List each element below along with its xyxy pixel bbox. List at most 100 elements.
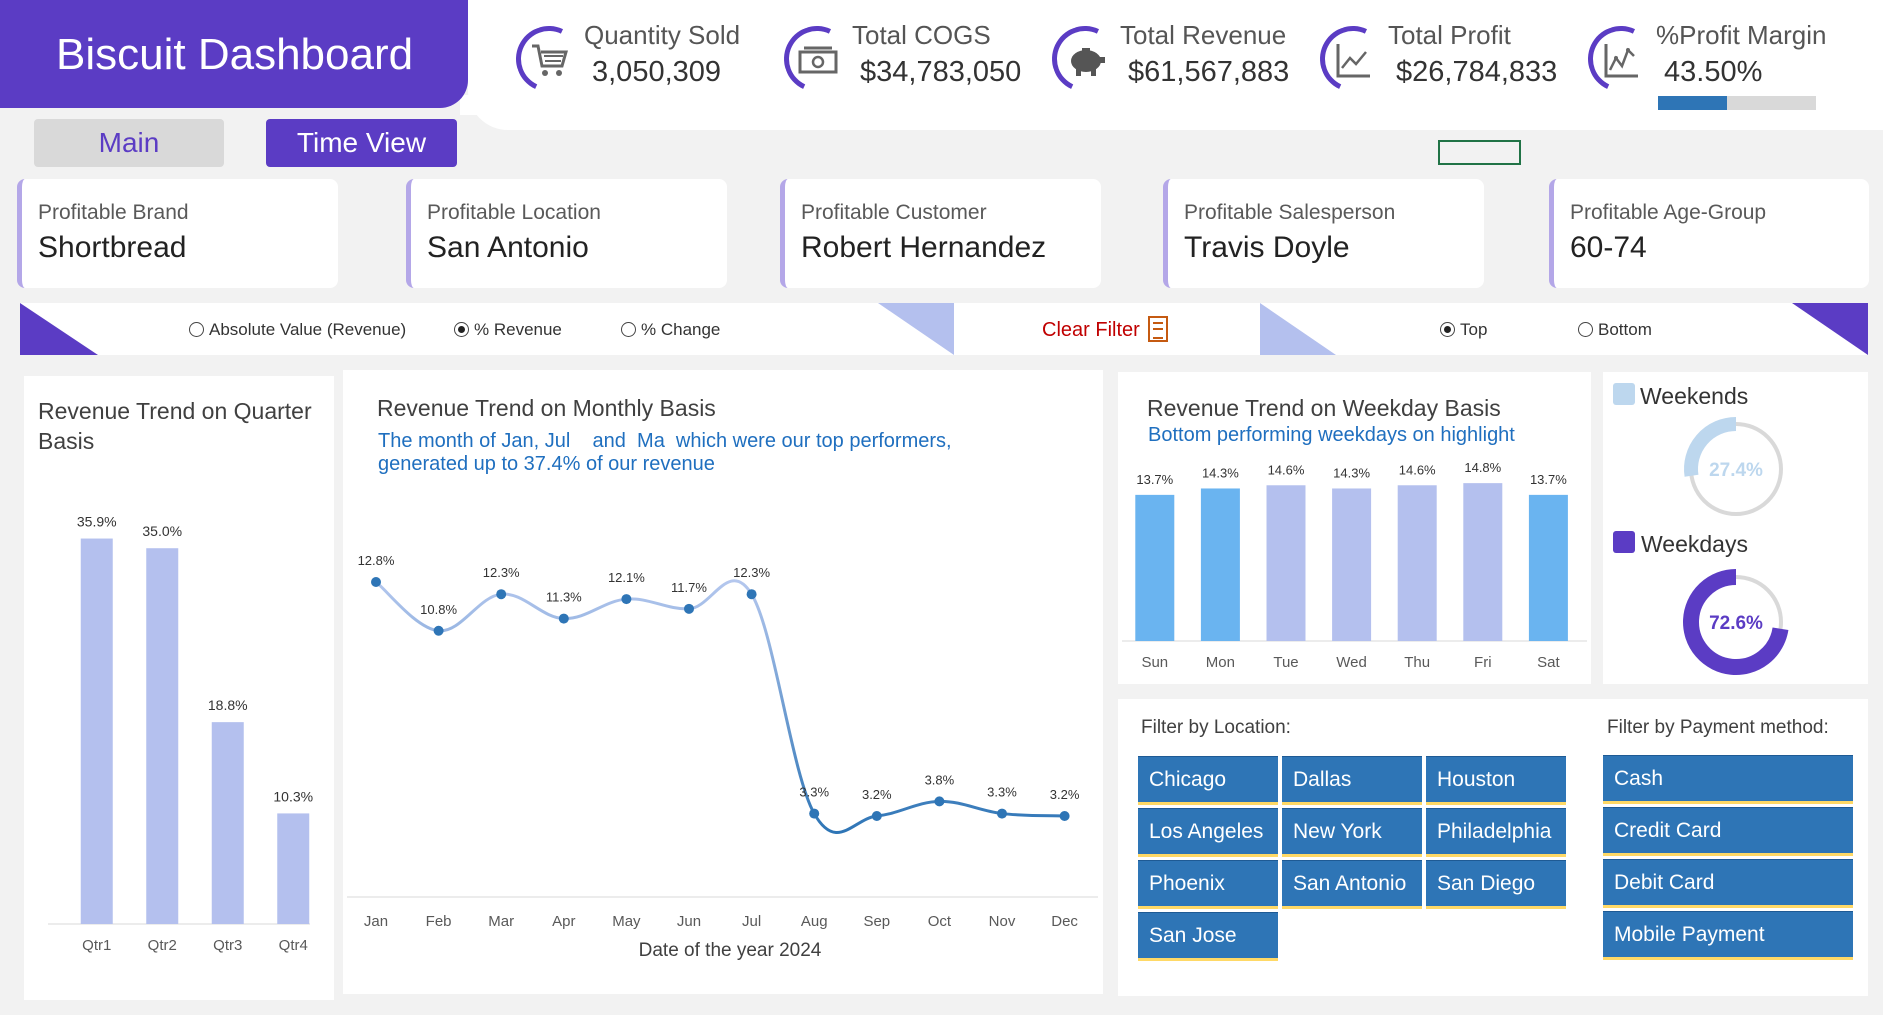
- payment-credit-card-button[interactable]: Credit Card: [1603, 807, 1853, 856]
- bar-data-label: 35.0%: [142, 523, 182, 539]
- kpi-label: Total Profit: [1388, 20, 1511, 50]
- location-los-angeles-button[interactable]: Los Angeles: [1138, 808, 1278, 857]
- profitable-location-card: Profitable Location San Antonio: [406, 179, 727, 288]
- radio-absolute-value[interactable]: Absolute Value (Revenue): [189, 320, 406, 340]
- clear-filter-button[interactable]: Clear Filter: [1042, 316, 1168, 342]
- point-data-label: 3.2%: [862, 787, 892, 802]
- time-view-button[interactable]: Time View: [266, 119, 457, 167]
- location-san-antonio-button[interactable]: San Antonio: [1282, 860, 1422, 909]
- line-point: [1059, 811, 1070, 821]
- x-tick-label: Aug: [801, 913, 828, 930]
- profit-margin-bar: [1658, 96, 1816, 110]
- location-chicago-button[interactable]: Chicago: [1138, 756, 1278, 805]
- card-value: Shortbread: [38, 231, 187, 264]
- x-tick-label: Jun: [677, 913, 701, 930]
- rank-bar: [1260, 303, 1868, 355]
- donut-value-label: 27.4%: [1709, 460, 1763, 481]
- location-philadelphia-button[interactable]: Philadelphia: [1426, 808, 1566, 857]
- location-dallas-button[interactable]: Dallas: [1282, 756, 1422, 805]
- card-label: Profitable Age-Group: [1570, 201, 1767, 224]
- card-value: Travis Doyle: [1184, 231, 1350, 264]
- profitable-customer-card: Profitable Customer Robert Hernandez: [780, 179, 1101, 288]
- radio-dot[interactable]: [621, 322, 636, 337]
- x-axis-title: Date of the year 2024: [639, 940, 822, 961]
- kpi-value: $61,567,883: [1128, 56, 1290, 88]
- quarter-bar: [277, 813, 310, 924]
- location-san-diego-button[interactable]: San Diego: [1426, 860, 1566, 909]
- point-data-label: 3.3%: [799, 785, 829, 800]
- selected-cell[interactable]: [1438, 140, 1521, 165]
- point-data-label: 3.2%: [1050, 787, 1080, 802]
- location-houston-button[interactable]: Houston: [1426, 756, 1566, 805]
- filter-payment-label: Filter by Payment method:: [1607, 717, 1829, 738]
- radio-label: Absolute Value (Revenue): [209, 320, 407, 339]
- radio-label: % Revenue: [474, 320, 562, 339]
- point-data-label: 3.8%: [925, 772, 955, 787]
- weekday-chart-panel: Revenue Trend on Weekday Basis Bottom pe…: [1118, 372, 1591, 684]
- x-tick-label: Mon: [1206, 654, 1235, 671]
- x-tick-label: Sep: [863, 913, 890, 930]
- point-data-label: 12.3%: [483, 565, 520, 580]
- radio-dot[interactable]: [189, 322, 204, 337]
- radio-percent-revenue[interactable]: % Revenue: [454, 320, 562, 340]
- location-san-jose-button[interactable]: San Jose: [1138, 912, 1278, 961]
- quarter-bar: [211, 722, 244, 924]
- corner-triangle: [1260, 303, 1336, 355]
- quarter-bar: [80, 538, 113, 924]
- weekday-bar: [1463, 483, 1503, 641]
- x-tick-label: Nov: [989, 913, 1016, 930]
- weekday-bar: [1332, 488, 1372, 641]
- main-button[interactable]: Main: [34, 119, 224, 167]
- radio-label: Bottom: [1598, 320, 1652, 339]
- line-point: [558, 613, 569, 624]
- rank-bar-decoration: [1260, 303, 1868, 355]
- location-new-york-button[interactable]: New York: [1282, 808, 1422, 857]
- radio-label: Top: [1460, 320, 1488, 339]
- x-tick-label: Qtr2: [148, 937, 177, 954]
- weekday-bar: [1135, 494, 1175, 641]
- bar-data-label: 10.3%: [273, 788, 313, 804]
- card-label: Profitable Salesperson: [1184, 201, 1396, 224]
- location-phoenix-button[interactable]: Phoenix: [1138, 860, 1278, 909]
- card-label: Profitable Location: [427, 201, 601, 224]
- card-value: 60-74: [1570, 231, 1647, 264]
- corner-triangle: [20, 303, 98, 355]
- point-data-label: 11.3%: [546, 590, 582, 605]
- kpi-value: $34,783,050: [860, 56, 1022, 88]
- point-data-label: 11.7%: [671, 580, 707, 595]
- card-label: Profitable Brand: [38, 201, 189, 224]
- x-tick-label: Sat: [1537, 654, 1560, 671]
- radio-bottom[interactable]: Bottom: [1578, 320, 1652, 340]
- weekday-chart: 13.7% Sun 14.3% Mon 14.6% Tue 14.3% Wed 14.6% Thu…: [1122, 460, 1587, 671]
- profitable-salesperson-card: Profitable Salesperson Travis Doyle: [1163, 179, 1484, 288]
- x-tick-label: Tue: [1273, 654, 1298, 671]
- radio-top[interactable]: Top: [1440, 320, 1487, 340]
- corner-triangle: [1792, 303, 1868, 355]
- x-tick-label: Fri: [1474, 654, 1492, 671]
- payment-mobile-payment-button[interactable]: Mobile Payment: [1603, 911, 1853, 960]
- weekend-weekday-panel: Weekends Weekdays 27.4% 72.6%: [1603, 372, 1868, 684]
- weekday-bar: [1266, 485, 1306, 641]
- kpi-value: 3,050,309: [592, 56, 722, 88]
- weekday-bar: [1200, 488, 1240, 641]
- radio-dot[interactable]: [1578, 322, 1593, 337]
- cash-icon: [798, 40, 838, 80]
- radio-label: % Change: [641, 320, 721, 339]
- point-data-label: 12.3%: [733, 565, 770, 580]
- radio-dot[interactable]: [454, 322, 469, 337]
- payment-debit-card-button[interactable]: Debit Card: [1603, 859, 1853, 908]
- donut-value-label: 72.6%: [1709, 613, 1763, 634]
- kpi-label: %Profit Margin: [1656, 20, 1827, 50]
- point-data-label: 10.8%: [420, 602, 457, 617]
- piggy-bank-icon: [1066, 40, 1106, 80]
- point-data-label: 12.1%: [608, 570, 645, 585]
- kpi-label: Total COGS: [852, 20, 991, 50]
- trend-chart-icon: [1602, 40, 1642, 80]
- payment-cash-button[interactable]: Cash: [1603, 755, 1853, 804]
- dashboard-title: Biscuit Dashboard: [0, 0, 468, 108]
- weekday-bar: [1397, 485, 1437, 641]
- radio-percent-change[interactable]: % Change: [621, 320, 720, 340]
- radio-dot[interactable]: [1440, 322, 1455, 337]
- bar-data-label: 35.9%: [77, 514, 117, 530]
- clear-filter-label: Clear Filter: [1042, 319, 1140, 341]
